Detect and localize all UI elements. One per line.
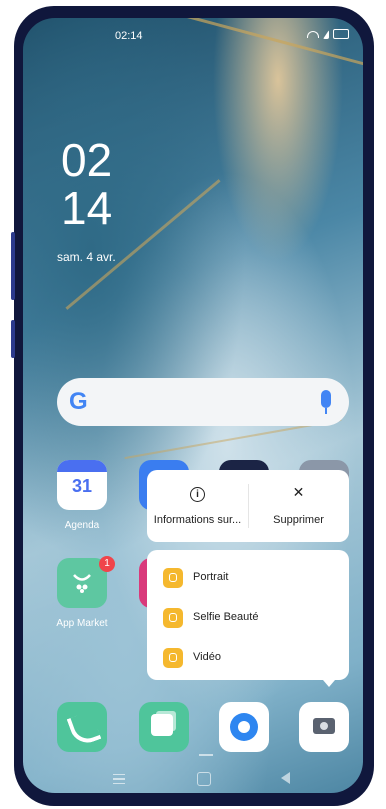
status-time: 02:14 [115, 30, 143, 42]
shortcut-selfie-beauty[interactable]: Selfie Beauté [163, 608, 343, 632]
shortcut-label: Vidéo [193, 651, 221, 663]
navigation-bar [23, 770, 363, 792]
phone-app-icon[interactable] [57, 702, 107, 752]
back-icon[interactable] [281, 772, 290, 784]
calendar-day: 31 [71, 476, 93, 496]
home-screen: 02:14 02 14 sam. 4 avr. G 31 Agenda 1 Ap… [23, 18, 363, 793]
power-button [11, 320, 15, 358]
volume-button [11, 232, 15, 300]
app-actions-popup: i Informations sur... ✕ Supprimer [147, 470, 349, 542]
shortcut-video[interactable]: Vidéo [163, 648, 343, 672]
home-icon[interactable] [197, 772, 211, 786]
agenda-label: Agenda [64, 520, 100, 531]
battery-icon [333, 29, 349, 39]
selfie-beauty-icon [163, 608, 183, 628]
phone-icon [66, 710, 102, 748]
messages-icon [151, 714, 173, 736]
portrait-icon [163, 568, 183, 588]
clock-hours: 02 [61, 134, 113, 186]
agenda-app-icon[interactable]: 31 [57, 460, 107, 510]
clock-minutes: 14 [61, 182, 113, 234]
lockscreen-clock: 02 14 [61, 136, 112, 232]
shortcut-portrait[interactable]: Portrait [163, 568, 343, 592]
app-info-action[interactable]: i Informations sur... [147, 470, 248, 542]
google-logo-icon: G [69, 388, 88, 415]
shortcut-label: Selfie Beauté [193, 611, 259, 623]
app-shortcuts-popup: Portrait Selfie Beauté Vidéo [147, 550, 349, 680]
status-icons [307, 29, 349, 39]
remove-label: Supprimer [273, 514, 324, 526]
app-market-label: App Market [56, 618, 108, 629]
menu-icon[interactable] [113, 774, 125, 784]
lockscreen-date: sam. 4 avr. [57, 250, 116, 264]
info-icon: i [147, 484, 248, 502]
signal-icon [323, 29, 329, 39]
close-icon: ✕ [292, 484, 305, 500]
popup-pointer [323, 680, 335, 687]
microphone-icon[interactable] [321, 390, 331, 414]
home-indicator [199, 754, 213, 756]
camera-icon [313, 718, 335, 734]
shortcut-label: Portrait [193, 571, 229, 583]
notification-badge: 1 [99, 556, 115, 572]
camera-app-icon[interactable] [299, 702, 349, 752]
video-icon [163, 648, 183, 668]
app-info-label: Informations sur... [153, 514, 242, 526]
browser-icon [230, 713, 258, 741]
messages-app-icon[interactable] [139, 702, 189, 752]
calendar-header [57, 460, 107, 472]
remove-action[interactable]: ✕ Supprimer [248, 470, 349, 542]
shopping-bag-icon [73, 574, 91, 593]
google-search-bar[interactable]: G [57, 378, 349, 426]
browser-app-icon[interactable] [219, 702, 269, 752]
status-bar: 02:14 [23, 26, 363, 46]
wifi-icon [307, 30, 319, 38]
